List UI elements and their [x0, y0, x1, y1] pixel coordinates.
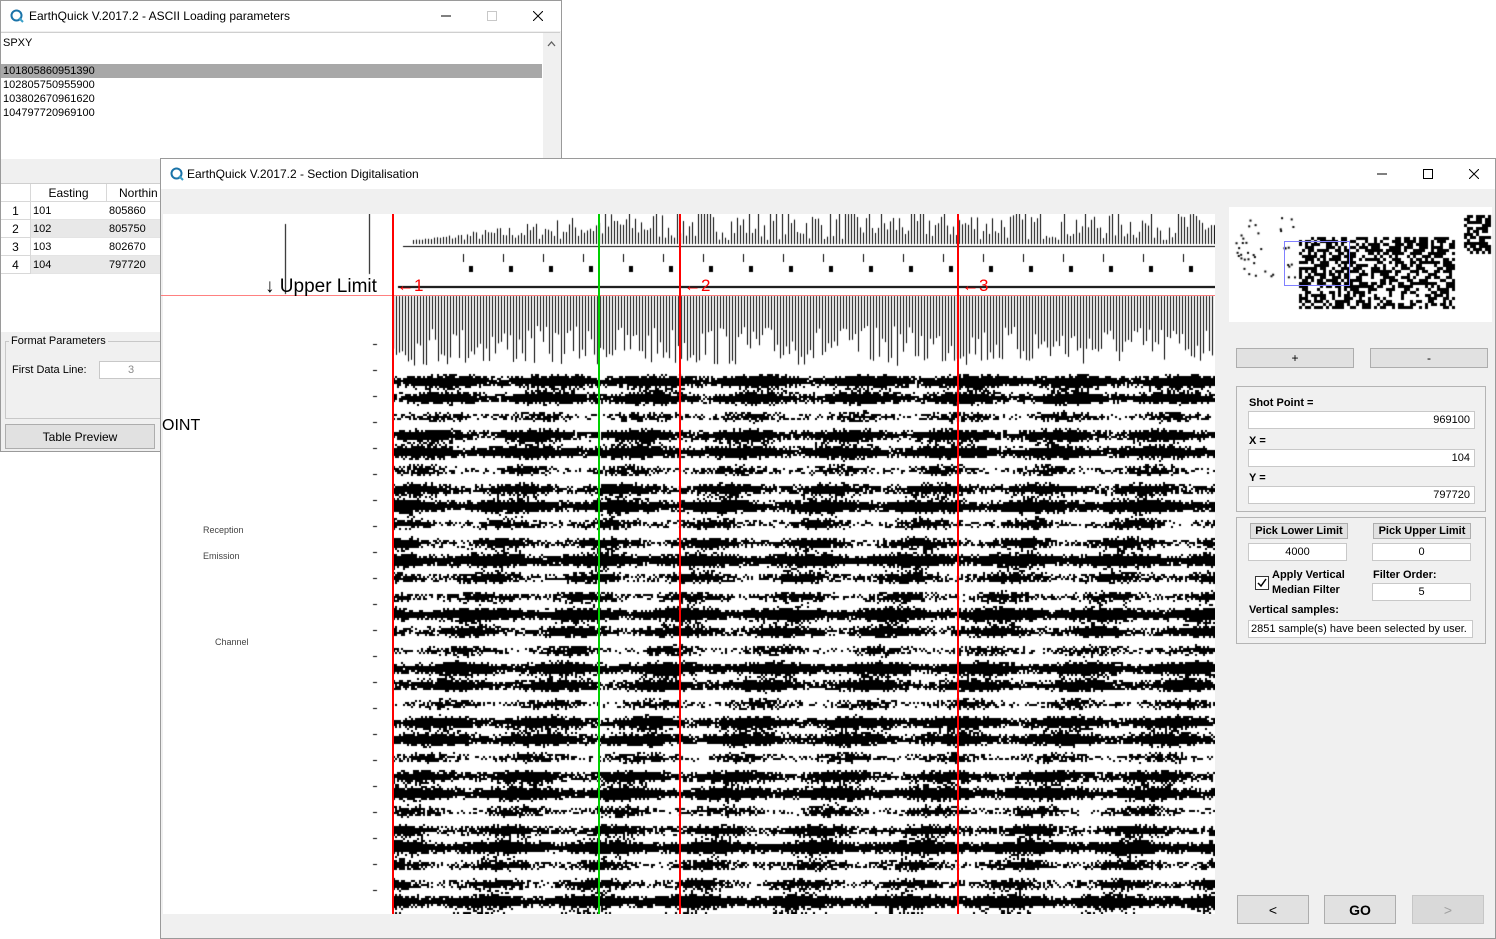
- shot-point-label: Shot Point =: [1249, 397, 1314, 409]
- faint-label: Emission: [203, 551, 240, 561]
- close-icon: [533, 11, 543, 21]
- zoom-in-button[interactable]: +: [1236, 348, 1354, 368]
- filter-order-field[interactable]: 5: [1372, 583, 1471, 601]
- row-number[interactable]: 3: [1, 238, 31, 256]
- faint-label: Reception: [203, 525, 244, 535]
- table-cell[interactable]: 797720: [107, 256, 163, 274]
- vertical-scrollbar[interactable]: [543, 33, 560, 159]
- y-label: Y =: [1249, 472, 1266, 484]
- section-titlebar[interactable]: EarthQuick V.2017.2 - Section Digitalisa…: [161, 159, 1495, 189]
- zoom-out-button[interactable]: -: [1370, 348, 1488, 368]
- section-digitalisation-window: EarthQuick V.2017.2 - Section Digitalisa…: [160, 158, 1496, 939]
- vertical-samples-field: 2851 sample(s) have been selected by use…: [1248, 620, 1473, 638]
- first-data-line-label: First Data Line:: [12, 364, 87, 376]
- scroll-up-icon[interactable]: [543, 37, 560, 51]
- marker-line-2[interactable]: [679, 214, 681, 914]
- table-cell[interactable]: 802670: [107, 238, 163, 256]
- text-line: SPXY: [3, 37, 33, 49]
- y-field[interactable]: 797720: [1248, 486, 1475, 504]
- minimize-button[interactable]: [423, 1, 469, 31]
- table-cell[interactable]: 103: [31, 238, 107, 256]
- minimize-button[interactable]: [1359, 159, 1405, 189]
- minimap-viewport-box[interactable]: [1284, 241, 1350, 286]
- overview-minimap[interactable]: [1229, 207, 1492, 322]
- close-button[interactable]: [1451, 159, 1496, 189]
- next-button[interactable]: >: [1412, 895, 1484, 924]
- table-preview-button[interactable]: Table Preview: [5, 424, 155, 449]
- maximize-button[interactable]: [469, 1, 515, 31]
- seismic-section-image[interactable]: [163, 214, 1215, 914]
- row-number[interactable]: 2: [1, 220, 31, 238]
- filter-order-label: Filter Order:: [1373, 569, 1437, 581]
- shot-point-field[interactable]: 969100: [1248, 411, 1475, 429]
- median-filter-label-1: Apply Vertical: [1272, 569, 1345, 581]
- first-data-line-input[interactable]: 3: [99, 361, 163, 379]
- column-header-easting[interactable]: Easting: [31, 184, 107, 202]
- table-cell[interactable]: 805750: [107, 220, 163, 238]
- table-cell[interactable]: 101: [31, 202, 107, 220]
- marker-label-1: ←1: [397, 276, 424, 295]
- coordinates-table[interactable]: Easting Northin 1 101 805860 2 102 80575…: [1, 183, 163, 332]
- window-title: EarthQuick V.2017.2 - Section Digitalisa…: [187, 167, 419, 181]
- app-logo-icon: [170, 167, 184, 181]
- x-field[interactable]: 104: [1248, 449, 1475, 467]
- pick-lower-limit-button[interactable]: Pick Lower Limit: [1250, 523, 1348, 539]
- selection-line[interactable]: [598, 214, 600, 914]
- maximize-icon: [487, 11, 497, 21]
- close-icon: [1469, 169, 1479, 179]
- side-text: OINT: [162, 417, 201, 434]
- column-header-northing[interactable]: Northin: [107, 184, 163, 202]
- format-parameters-label: Format Parameters: [9, 335, 108, 347]
- faint-label: Channel: [215, 637, 249, 647]
- upper-limit-label: ↓ Upper Limit: [265, 276, 377, 297]
- text-line: 101805860951390: [3, 65, 95, 77]
- row-number[interactable]: 4: [1, 256, 31, 274]
- median-filter-label-2: Median Filter: [1272, 584, 1340, 596]
- marker-label-3: ←3: [962, 276, 989, 295]
- go-button[interactable]: GO: [1324, 895, 1396, 924]
- previous-button[interactable]: <: [1237, 895, 1309, 924]
- table-cell[interactable]: 805860: [107, 202, 163, 220]
- pick-upper-limit-button[interactable]: Pick Upper Limit: [1373, 523, 1471, 539]
- row-number[interactable]: 1: [1, 202, 31, 220]
- minimize-icon: [1377, 173, 1387, 175]
- maximize-icon: [1423, 169, 1433, 179]
- corner-header: [1, 184, 31, 202]
- checkbox-checked-icon[interactable]: [1255, 576, 1269, 590]
- marker-label-2: ←2: [684, 276, 711, 295]
- app-logo-icon: [10, 9, 24, 23]
- window-title: EarthQuick V.2017.2 - ASCII Loading para…: [29, 9, 291, 23]
- lower-limit-field[interactable]: 4000: [1248, 543, 1347, 561]
- table-cell[interactable]: 104: [31, 256, 107, 274]
- format-parameters-group: [5, 341, 165, 419]
- close-button[interactable]: [515, 1, 561, 31]
- upper-limit-field[interactable]: 0: [1372, 543, 1471, 561]
- ascii-text-preview[interactable]: SPXY 101805860951390 102805750955900 103…: [1, 32, 560, 159]
- table-cell[interactable]: 102: [31, 220, 107, 238]
- marker-line-1[interactable]: [392, 214, 394, 914]
- vertical-samples-label: Vertical samples:: [1249, 604, 1339, 616]
- minimize-icon: [441, 15, 451, 17]
- ascii-titlebar[interactable]: EarthQuick V.2017.2 - ASCII Loading para…: [1, 1, 561, 31]
- text-line: 102805750955900: [3, 79, 95, 91]
- text-line: 104797720969100: [3, 107, 95, 119]
- text-line: 103802670961620: [3, 93, 95, 105]
- x-label: X =: [1249, 435, 1266, 447]
- marker-line-3[interactable]: [957, 214, 959, 914]
- maximize-button[interactable]: [1405, 159, 1451, 189]
